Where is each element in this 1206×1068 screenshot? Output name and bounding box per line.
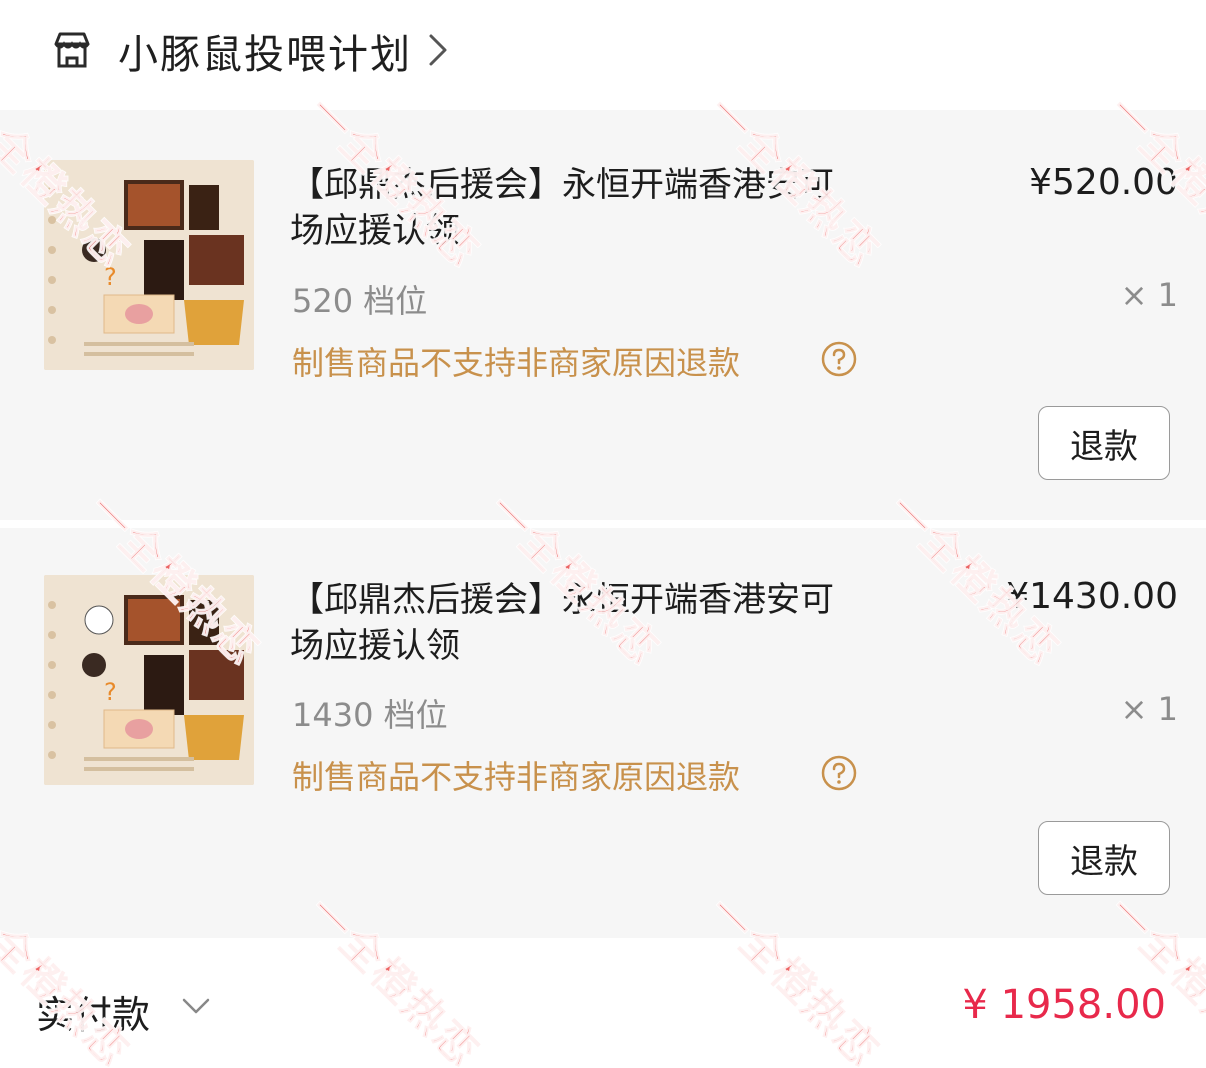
question-icon[interactable] [820, 340, 858, 378]
chevron-down-icon[interactable] [180, 994, 212, 1018]
item-variant: 1430 档位 [292, 696, 448, 734]
item-variant: 520 档位 [292, 282, 428, 320]
product-title[interactable]: 【邱鼎杰后援会】永恒开端香港安可场应援认领 [290, 162, 850, 254]
total-amount: ¥ 1958.00 [962, 982, 1166, 1028]
product-thumbnail[interactable]: ? [44, 160, 254, 370]
question-icon[interactable] [820, 754, 858, 792]
product-title[interactable]: 【邱鼎杰后援会】永恒开端香港安可场应援认领 [290, 577, 850, 669]
product-image: ? [44, 160, 254, 370]
svg-text:?: ? [104, 678, 117, 706]
item-quantity: × 1 [1120, 690, 1178, 728]
refund-button[interactable]: 退款 [1038, 821, 1170, 895]
svg-text:?: ? [104, 263, 117, 291]
order-item[interactable]: ? 【邱鼎杰后援会】永恒开端香港安可场应援认领 ¥520.00 520 档位 ×… [0, 110, 1206, 520]
total-row[interactable]: 实付款 ¥ 1958.00 [0, 950, 1206, 1068]
total-label: 实付款 [36, 993, 151, 1037]
refund-button[interactable]: 退款 [1038, 406, 1170, 480]
item-quantity: × 1 [1120, 276, 1178, 314]
shop-header[interactable]: 小豚鼠投喂计划 [0, 0, 1206, 100]
refund-policy-text: 制售商品不支持非商家原因退款 [292, 758, 741, 796]
product-thumbnail[interactable]: ? [44, 575, 254, 785]
shop-icon [54, 32, 90, 68]
item-price: ¥520.00 [1029, 162, 1178, 203]
chevron-right-icon[interactable] [426, 30, 450, 70]
order-item[interactable]: ? 【邱鼎杰后援会】永恒开端香港安可场应援认领 ¥1430.00 1430 档位… [0, 528, 1206, 938]
refund-policy-text: 制售商品不支持非商家原因退款 [292, 344, 741, 382]
product-image: ? [44, 575, 254, 785]
shop-name[interactable]: 小豚鼠投喂计划 [118, 22, 412, 80]
item-price: ¥1430.00 [1006, 576, 1178, 617]
